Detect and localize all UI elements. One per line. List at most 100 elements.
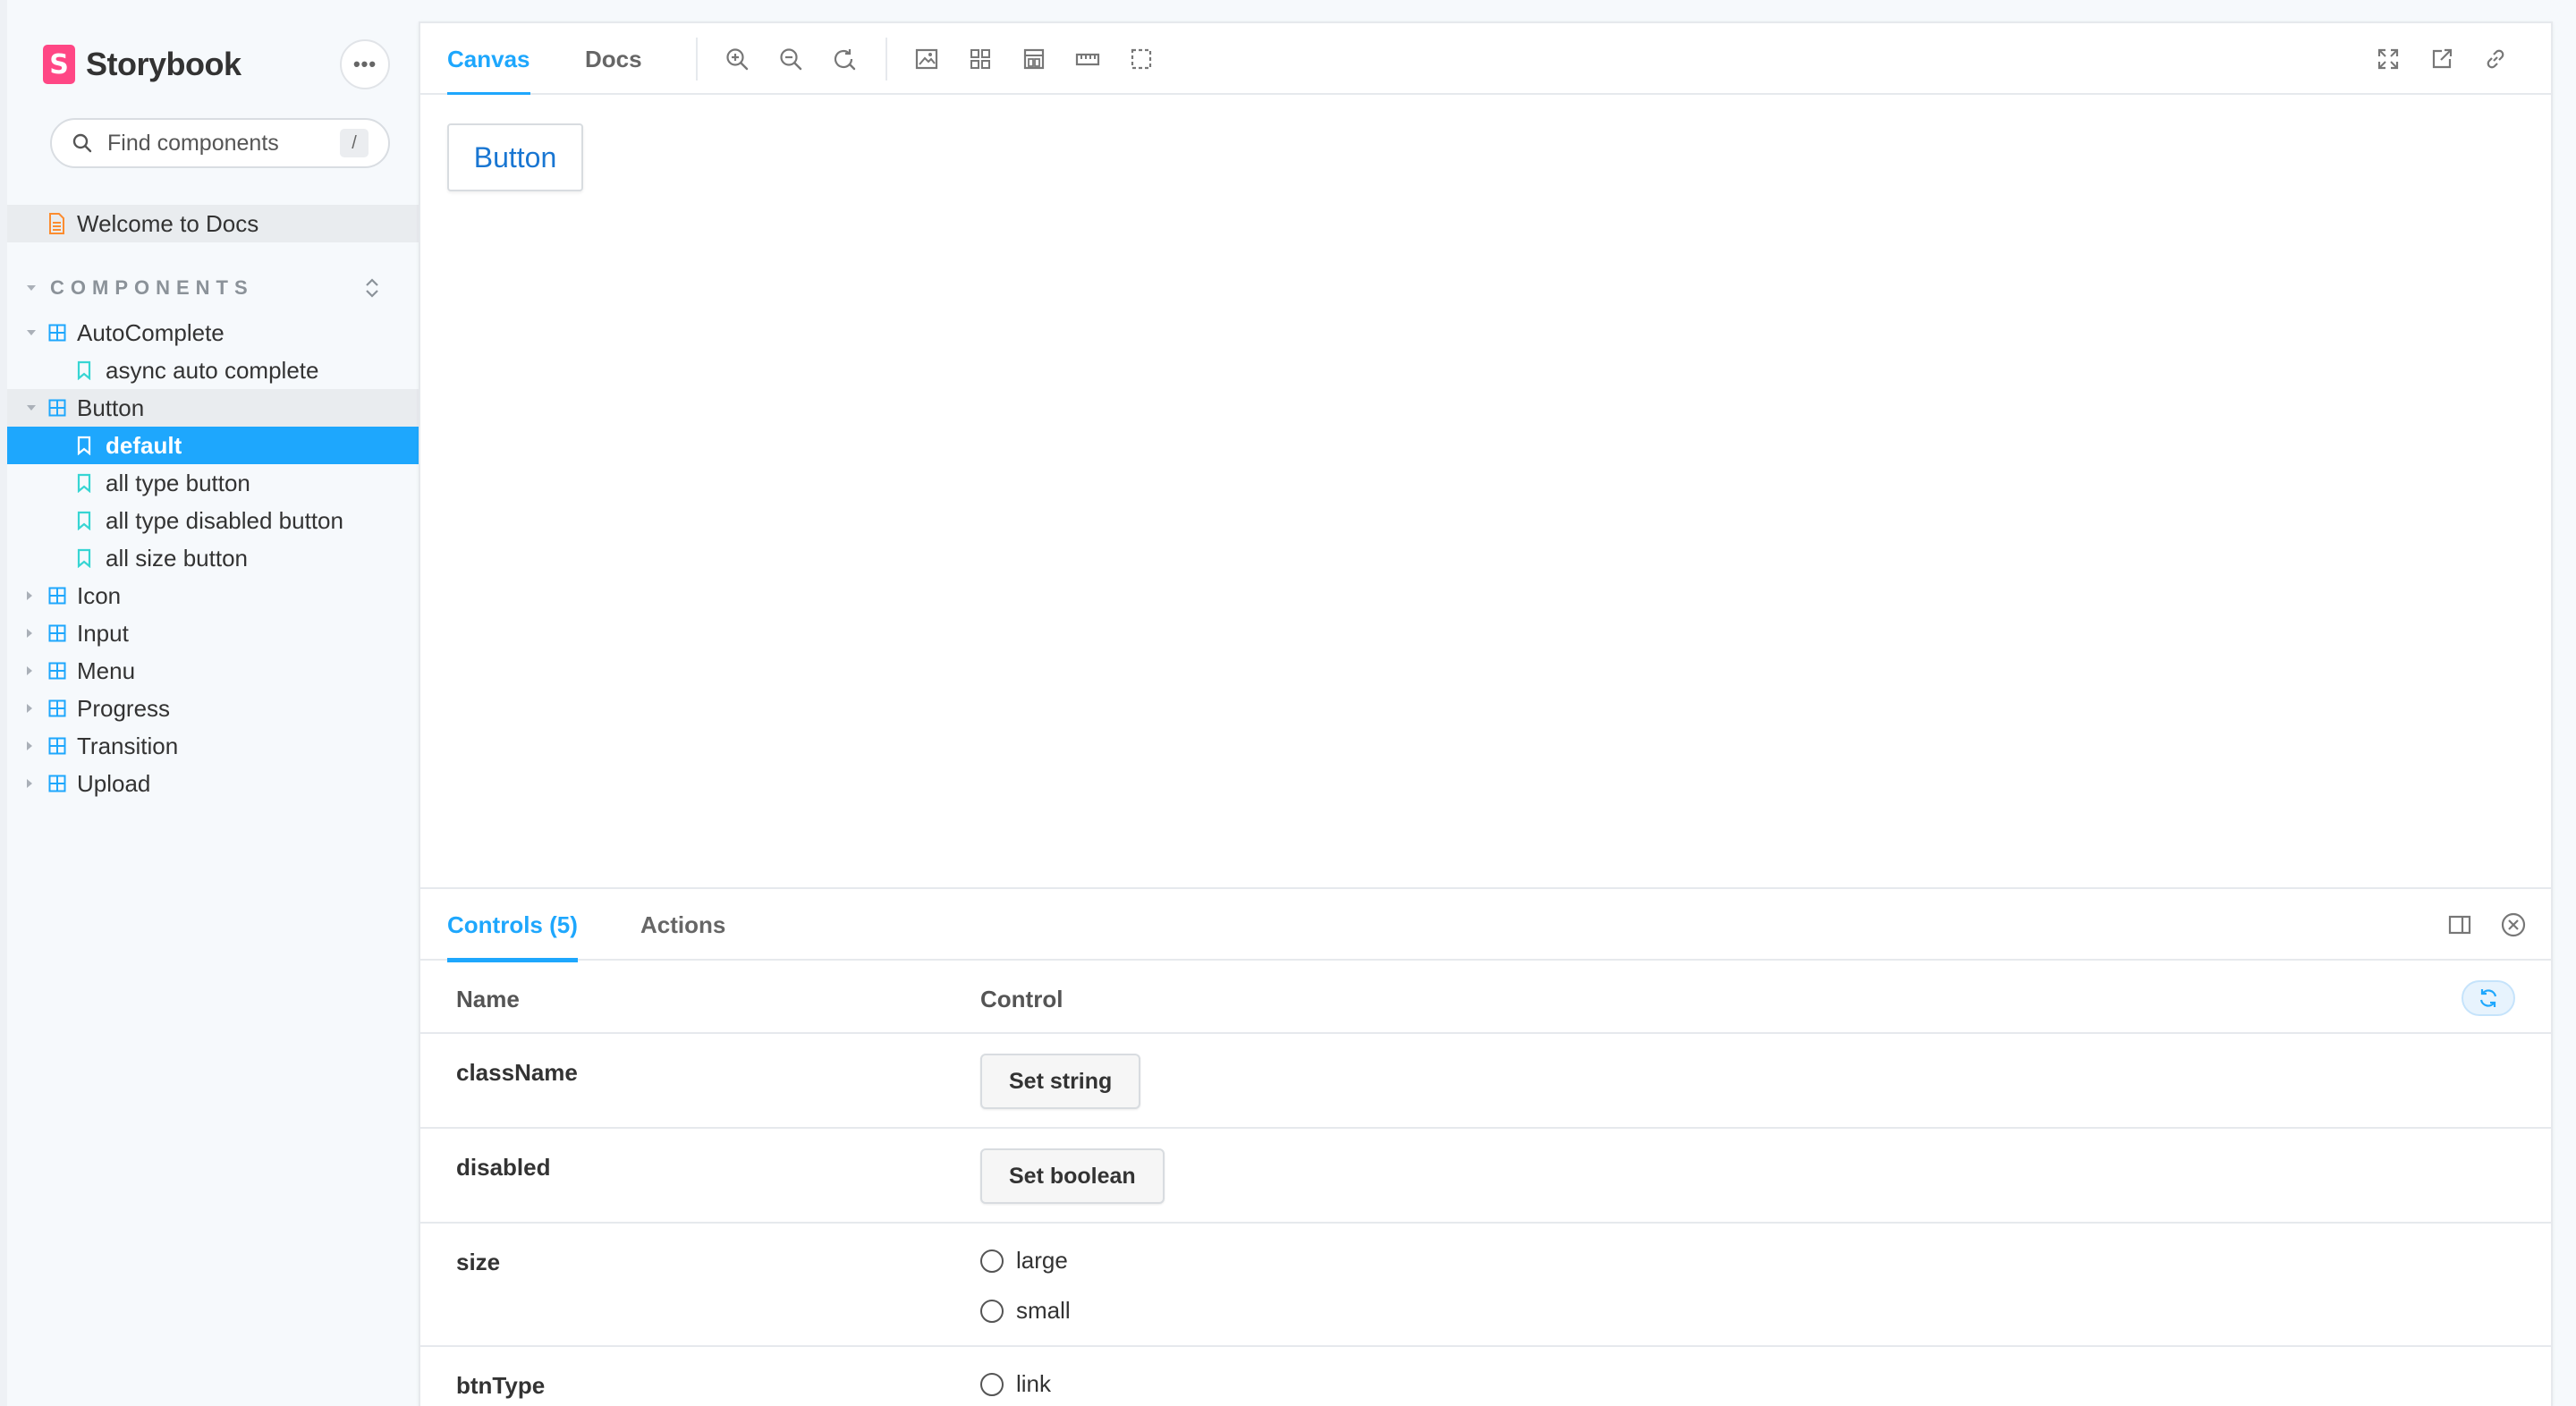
copy-link-icon[interactable] — [2479, 43, 2512, 75]
sidebar-item-input[interactable]: Input — [7, 614, 426, 652]
sidebar-story-all-size-button[interactable]: all size button — [7, 539, 426, 577]
storybook-brand[interactable]: S Storybook — [43, 45, 242, 84]
background-image-icon[interactable] — [911, 43, 943, 75]
sidebar-item-label: Upload — [77, 769, 151, 797]
radio-button[interactable] — [980, 1372, 1004, 1396]
component-icon — [48, 737, 66, 755]
sidebar-item-welcome-docs[interactable]: Welcome to Docs — [7, 205, 426, 242]
chevron-right-icon — [27, 779, 32, 788]
preview-panel: Canvas Docs Button Controls (5) Actions … — [419, 21, 2553, 1406]
sidebar-story-default[interactable]: default — [7, 427, 426, 464]
table-row: className Set string — [420, 1034, 2551, 1129]
fullscreen-icon[interactable] — [2372, 43, 2404, 75]
refresh-icon — [2479, 989, 2497, 1007]
components-section-header[interactable]: COMPONENTS — [7, 272, 426, 304]
sidebar-item-progress[interactable]: Progress — [7, 690, 426, 727]
sidebar-item-label: Menu — [77, 656, 136, 684]
outline-icon[interactable] — [1125, 43, 1157, 75]
sidebar-item-menu[interactable]: Menu — [7, 652, 426, 690]
chevron-right-icon — [27, 629, 32, 638]
set-string-button[interactable]: Set string — [980, 1054, 1141, 1109]
radio-button[interactable] — [980, 1299, 1004, 1323]
sidebar-story-async-auto-complete[interactable]: async auto complete — [7, 352, 426, 389]
sidebar-item-label: Progress — [77, 694, 171, 722]
set-boolean-button[interactable]: Set boolean — [980, 1148, 1165, 1204]
sidebar-story-all-type-button[interactable]: all type button — [7, 464, 426, 502]
expand-collapse-icon[interactable] — [363, 277, 381, 303]
sidebar-item-label: async auto complete — [106, 356, 319, 384]
sidebar-item-transition[interactable]: Transition — [7, 727, 426, 765]
settings-menu-button[interactable]: ••• — [340, 39, 390, 89]
addons-panel: Controls (5) Actions Name Control classN… — [420, 887, 2551, 1406]
storybook-logo-icon: S — [43, 45, 75, 84]
sidebar-item-label: AutoComplete — [77, 318, 225, 346]
toolbar: Canvas Docs — [420, 23, 2551, 97]
sidebar-item-label: all size button — [106, 544, 248, 572]
controls-table: Name Control className Set string disabl… — [420, 961, 2551, 1406]
table-row: disabled Set boolean — [420, 1129, 2551, 1224]
search-shortcut-key: / — [340, 129, 369, 157]
radio-label: small — [1016, 1297, 1071, 1324]
prop-name: disabled — [456, 1154, 551, 1181]
sidebar: S Storybook ••• / Welcome to Docs COMPON… — [0, 0, 426, 1406]
search-icon — [72, 133, 92, 153]
component-icon — [48, 662, 66, 680]
chevron-right-icon — [27, 741, 32, 750]
tab-docs[interactable]: Docs — [585, 23, 642, 95]
zoom-in-icon[interactable] — [721, 43, 753, 75]
component-icon — [48, 775, 66, 792]
chevron-down-icon — [27, 285, 36, 291]
tab-canvas[interactable]: Canvas — [447, 23, 530, 97]
radio-option-large[interactable]: large — [980, 1247, 1068, 1275]
story-preview-button[interactable]: Button — [447, 123, 583, 191]
chevron-down-icon — [27, 330, 36, 335]
sidebar-item-button[interactable]: Button — [7, 389, 426, 427]
chevron-down-icon — [27, 405, 36, 411]
toolbar-divider — [696, 38, 698, 80]
sidebar-item-label: Icon — [77, 581, 122, 609]
radio-option-link[interactable]: link — [980, 1370, 1051, 1398]
panel-orientation-icon[interactable] — [2444, 909, 2476, 941]
radio-option-small[interactable]: small — [980, 1297, 1071, 1325]
sidebar-item-autocomplete[interactable]: AutoComplete — [7, 314, 426, 352]
sidebar-story-all-type-disabled-button[interactable]: all type disabled button — [7, 502, 426, 539]
bookmark-icon — [77, 436, 91, 455]
search-box[interactable]: / — [50, 118, 390, 168]
tab-actions[interactable]: Actions — [640, 889, 725, 961]
controls-table-header: Name Control — [420, 961, 2551, 1034]
sidebar-item-label: Welcome to Docs — [77, 209, 259, 237]
document-icon — [48, 213, 64, 234]
tab-controls[interactable]: Controls (5) — [447, 889, 578, 962]
table-row: size large small — [420, 1224, 2551, 1347]
zoom-out-icon[interactable] — [775, 43, 807, 75]
sidebar-item-upload[interactable]: Upload — [7, 765, 426, 802]
bookmark-icon — [77, 511, 91, 530]
sidebar-item-label: default — [106, 431, 182, 459]
sidebar-item-label: Transition — [77, 732, 179, 759]
viewport-icon[interactable] — [1018, 43, 1050, 75]
toolbar-divider — [886, 38, 887, 80]
prop-name: size — [456, 1249, 501, 1275]
sidebar-item-icon[interactable]: Icon — [7, 577, 426, 614]
sidebar-item-label: Input — [77, 619, 129, 647]
chevron-right-icon — [27, 591, 32, 600]
component-icon — [48, 699, 66, 717]
component-icon — [48, 324, 66, 342]
chevron-right-icon — [27, 704, 32, 713]
brand-name: Storybook — [86, 46, 242, 82]
reset-controls-button[interactable] — [2462, 980, 2515, 1016]
table-row: btnType link — [420, 1347, 2551, 1406]
component-icon — [48, 624, 66, 642]
bookmark-icon — [77, 473, 91, 493]
open-new-tab-icon[interactable] — [2426, 43, 2458, 75]
radio-button[interactable] — [980, 1249, 1004, 1273]
measure-ruler-icon[interactable] — [1072, 43, 1104, 75]
zoom-reset-icon[interactable] — [828, 43, 860, 75]
grid-icon[interactable] — [964, 43, 996, 75]
bookmark-icon — [77, 360, 91, 380]
close-icon[interactable] — [2497, 909, 2529, 941]
story-canvas: Button — [420, 95, 2551, 887]
search-input[interactable] — [107, 130, 340, 157]
sidebar-item-label: all type disabled button — [106, 506, 343, 534]
component-icon — [48, 399, 66, 417]
